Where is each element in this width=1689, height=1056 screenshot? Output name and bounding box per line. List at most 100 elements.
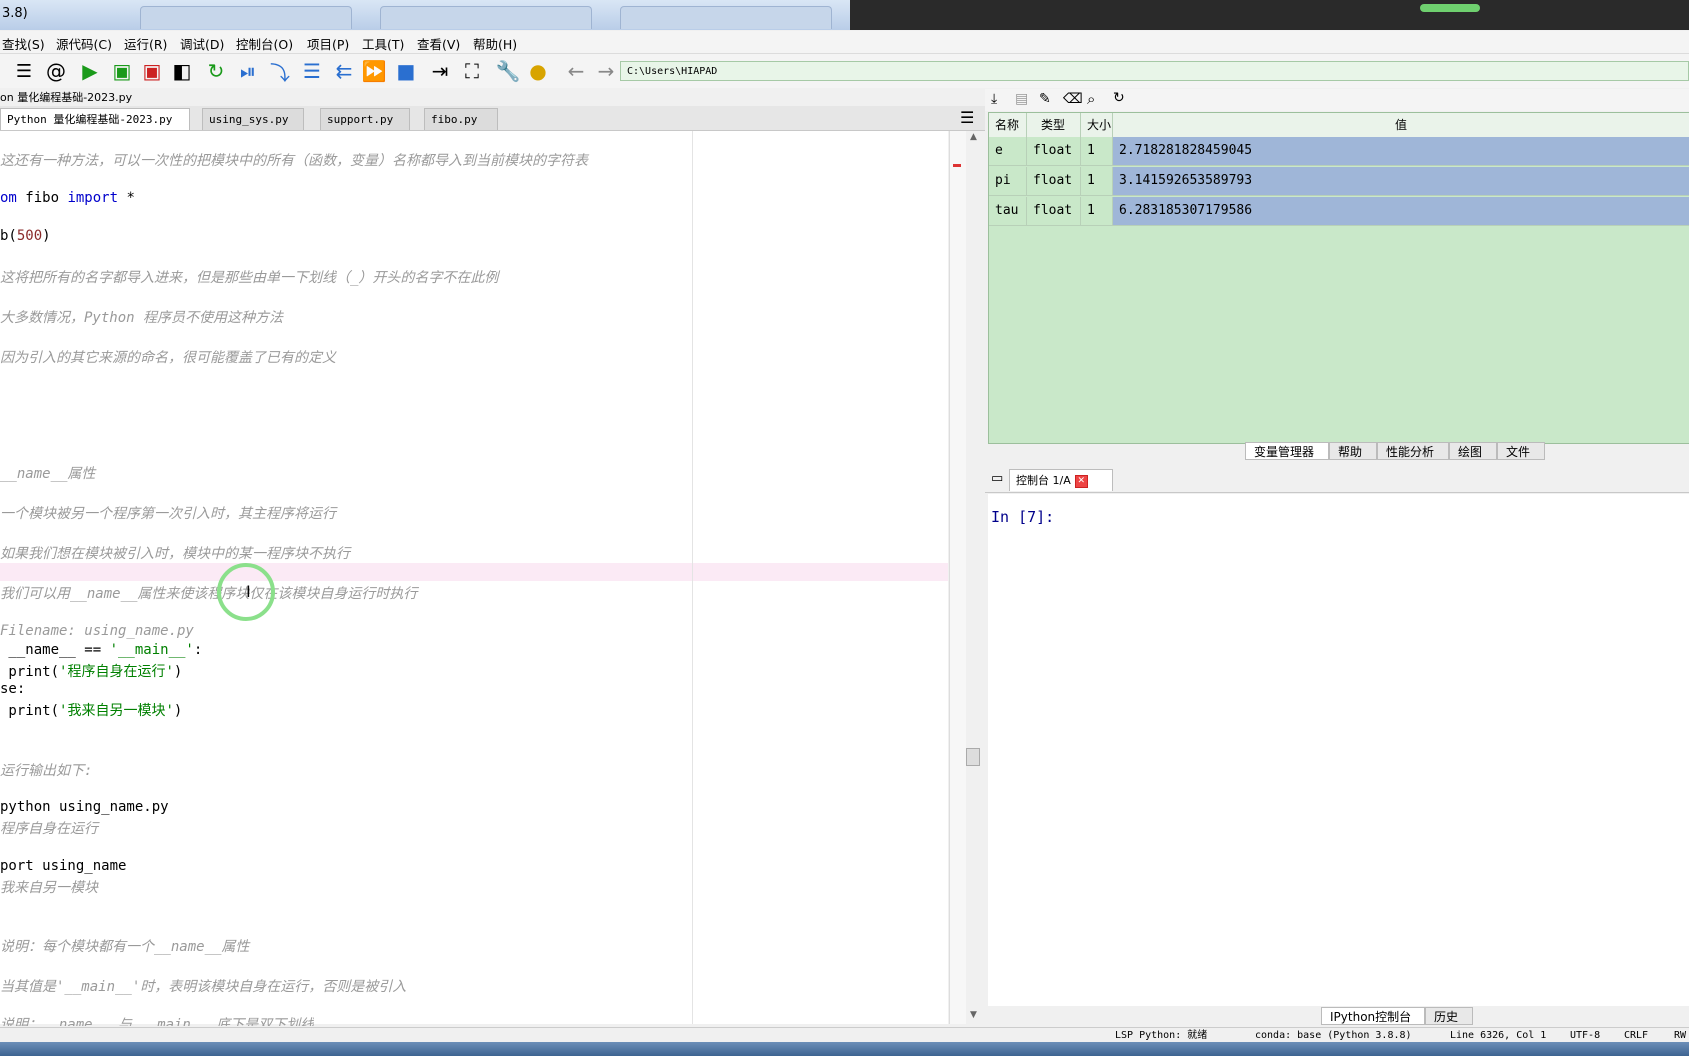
- at-icon[interactable]: @: [44, 59, 68, 83]
- back-arrow-icon[interactable]: ←: [564, 59, 588, 83]
- tab-main-file[interactable]: Python 量化编程基础-2023.py✕: [0, 108, 190, 149]
- cell-name: e: [989, 137, 1027, 165]
- save-as-icon[interactable]: ✎: [1039, 91, 1051, 107]
- ipython-console[interactable]: [988, 494, 1689, 1006]
- line-endings: CRLF: [1624, 1030, 1649, 1041]
- menu-source[interactable]: 源代码(C): [56, 34, 112, 53]
- run-cell-advance-icon[interactable]: ▣: [140, 59, 164, 83]
- save-data-icon[interactable]: ▤: [1015, 91, 1028, 107]
- column-header-size[interactable]: 大小: [1081, 113, 1113, 137]
- browser-tab[interactable]: [620, 6, 832, 29]
- console-tab-bar: ▭ 控制台 1/A ✕: [985, 468, 1689, 493]
- menu-help[interactable]: 帮助(H): [473, 34, 517, 53]
- folder-icon[interactable]: ▭: [991, 471, 1003, 486]
- tab-files[interactable]: 文件: [1497, 442, 1545, 460]
- code-line: 当其值是'__main__'时，表明该模块自身在运行，否则是被引入: [0, 979, 407, 995]
- tab-support[interactable]: support.py✕: [320, 108, 410, 149]
- cell-value: 3.141592653589793: [1113, 167, 1689, 195]
- code-line: port using_name: [0, 858, 127, 874]
- tab-plots[interactable]: 绘图: [1449, 442, 1497, 460]
- table-row[interactable]: pi float 1 3.141592653589793: [989, 167, 1689, 196]
- code-line: 这还有一种方法，可以一次性的把模块中的所有（函数，变量）名称都导入到当前模块的字…: [0, 153, 588, 169]
- window-title-bar: 3.8): [0, 0, 1689, 30]
- browser-tab[interactable]: [140, 6, 352, 29]
- code-line: 我来自另一模块: [0, 880, 98, 896]
- menu-project[interactable]: 项目(P): [307, 34, 349, 53]
- run-cell-icon[interactable]: ▣: [110, 59, 134, 83]
- editor-tab-bar: Python 量化编程基础-2023.py✕ using_sys.py✕ sup…: [0, 106, 985, 149]
- maximize-pane-icon[interactable]: ⇥: [428, 59, 452, 83]
- lsp-status: LSP Python: 就绪: [1115, 1030, 1208, 1041]
- menu-console[interactable]: 控制台(O): [236, 34, 293, 53]
- code-line: 程序自身在运行: [0, 821, 98, 837]
- debug-icon[interactable]: ⏯: [236, 59, 260, 83]
- rerun-icon[interactable]: ↻: [204, 59, 228, 83]
- scrollbar-thumb[interactable]: [966, 748, 980, 766]
- tab-console[interactable]: 控制台 1/A ✕: [1009, 469, 1113, 491]
- run-icon[interactable]: ▶: [78, 59, 102, 83]
- menu-search[interactable]: 查找(S): [2, 34, 45, 53]
- scroll-up-icon[interactable]: ▲: [970, 132, 977, 142]
- table-row[interactable]: e float 1 2.718281828459045: [989, 137, 1689, 166]
- tab-label: fibo.py: [431, 113, 478, 126]
- tab-using-sys[interactable]: using_sys.py✕: [202, 108, 304, 149]
- column-header-name[interactable]: 名称: [989, 113, 1027, 137]
- code-line: print('我来自另一模块'): [0, 703, 183, 719]
- code-line: b(500): [0, 228, 51, 244]
- code-line: 我们可以用__name__属性来使该程序块仅在该模块自身运行时执行: [0, 586, 418, 602]
- refresh-icon[interactable]: ↻: [1113, 90, 1125, 106]
- column-header-value[interactable]: 值: [1113, 113, 1689, 137]
- forward-arrow-icon[interactable]: →: [594, 59, 618, 83]
- step-into-icon[interactable]: ☰: [300, 59, 324, 83]
- cell-value: 2.718281828459045: [1113, 137, 1689, 165]
- tab-label: 控制台 1/A: [1016, 474, 1071, 487]
- os-taskbar: [0, 1042, 1689, 1056]
- code-line: om fibo import *: [0, 190, 135, 206]
- erase-icon[interactable]: ⌫: [1063, 91, 1083, 107]
- step-icon[interactable]: ⤵: [268, 59, 292, 85]
- step-return-icon[interactable]: ⇇: [332, 59, 356, 83]
- menu-run[interactable]: 运行(R): [124, 34, 167, 53]
- tab-ipython-console[interactable]: IPython控制台: [1321, 1007, 1425, 1025]
- scroll-down-icon[interactable]: ▼: [970, 1010, 977, 1020]
- menu-debug[interactable]: 调试(D): [180, 34, 224, 53]
- cell-size: 1: [1081, 197, 1113, 225]
- menu-tools[interactable]: 工具(T): [362, 34, 404, 53]
- code-line: se:: [0, 681, 26, 697]
- browser-tab[interactable]: [380, 6, 592, 29]
- editor-scrollbar[interactable]: [949, 131, 966, 1024]
- code-line: 这将把所有的名字都导入进来，但是那些由单一下划线（_）开头的名字不在此例: [0, 270, 499, 286]
- tab-options-icon[interactable]: ☰: [960, 108, 974, 127]
- code-line: 一个模块被另一个程序第一次引入时，其主程序将运行: [0, 506, 336, 522]
- code-line: __name__属性: [0, 466, 96, 482]
- tab-fibo[interactable]: fibo.py✕: [424, 108, 498, 149]
- code-line: 大多数情况，Python 程序员不使用这种方法: [0, 310, 283, 326]
- cell-size: 1: [1081, 167, 1113, 195]
- tab-profiler[interactable]: 性能分析: [1377, 442, 1449, 460]
- fullscreen-icon[interactable]: ⛶: [460, 59, 484, 83]
- pane-tab-bar: 变量管理器 帮助 性能分析 绘图 文件: [985, 442, 1689, 462]
- code-line: 运行输出如下:: [0, 763, 93, 779]
- continue-icon[interactable]: ⏩: [362, 59, 387, 83]
- run-selection-icon[interactable]: ◧: [170, 59, 194, 83]
- tab-help[interactable]: 帮助: [1329, 442, 1377, 460]
- file-encoding: UTF-8: [1570, 1030, 1601, 1041]
- search-icon[interactable]: ⌕: [1087, 90, 1095, 108]
- table-row[interactable]: tau float 1 6.283185307179586: [989, 197, 1689, 226]
- text-cursor-icon: I: [246, 582, 251, 601]
- cell-type: float: [1027, 167, 1081, 195]
- menu-view[interactable]: 查看(V): [417, 34, 460, 53]
- working-directory-field[interactable]: C:\Users\HIAPAD: [620, 61, 1689, 81]
- wrench-icon[interactable]: 🔧: [496, 59, 521, 83]
- close-icon[interactable]: ✕: [1074, 474, 1088, 488]
- import-data-icon[interactable]: ⤓: [991, 91, 997, 107]
- tab-history[interactable]: 历史: [1425, 1007, 1473, 1025]
- cell-name: pi: [989, 167, 1027, 195]
- python-path-icon[interactable]: ●: [526, 59, 550, 83]
- tab-variable-explorer[interactable]: 变量管理器: [1245, 442, 1329, 460]
- code-line: print('程序自身在运行'): [0, 664, 183, 680]
- stop-icon[interactable]: ■: [394, 59, 418, 83]
- list-icon[interactable]: ☰: [12, 59, 36, 83]
- cell-type: float: [1027, 197, 1081, 225]
- column-header-type[interactable]: 类型: [1027, 113, 1081, 137]
